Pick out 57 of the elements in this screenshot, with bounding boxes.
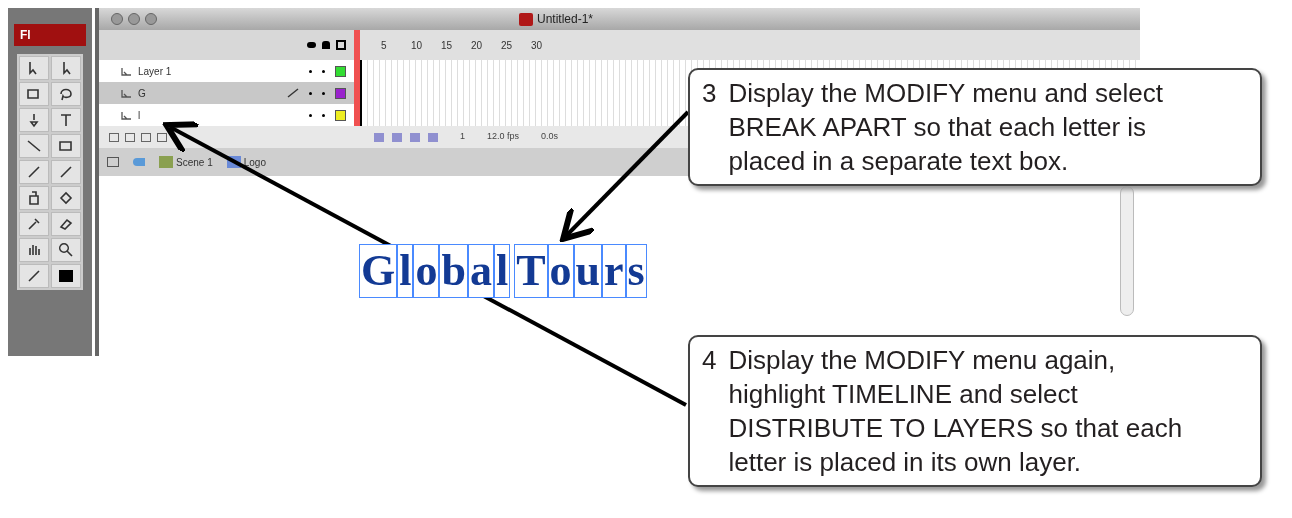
scrollbar[interactable] bbox=[1120, 186, 1134, 316]
ink-bottle-icon[interactable] bbox=[19, 186, 49, 210]
transform-icon[interactable] bbox=[19, 82, 49, 106]
layer-name: l bbox=[138, 108, 141, 123]
step-text: Display the MODIFY menu and select BREAK APART so that each letter is placed in a separate text box. bbox=[728, 77, 1164, 178]
fill-color-swatch[interactable] bbox=[51, 264, 81, 288]
layer-color-swatch[interactable] bbox=[335, 109, 346, 121]
timeline-status: 1 bbox=[460, 130, 465, 144]
text-letter[interactable]: a bbox=[467, 244, 494, 298]
eye-icon[interactable] bbox=[307, 42, 316, 48]
app-logo: Fl bbox=[14, 24, 86, 46]
subselect-icon[interactable] bbox=[51, 56, 81, 80]
frame-number: 10 bbox=[411, 38, 424, 53]
lock-icon[interactable] bbox=[322, 41, 330, 49]
lasso-icon[interactable] bbox=[51, 82, 81, 106]
layer-icon bbox=[121, 110, 132, 120]
layer-icon bbox=[121, 66, 132, 76]
frame-number: 25 bbox=[501, 38, 514, 53]
timeline-status: 12.0 fps bbox=[487, 130, 520, 144]
window-control-button[interactable] bbox=[111, 13, 123, 25]
layer-row[interactable]: G bbox=[99, 82, 354, 104]
text-letter[interactable]: l bbox=[397, 244, 414, 298]
text-letter[interactable]: G bbox=[359, 244, 398, 298]
text-tool-icon[interactable] bbox=[51, 108, 81, 132]
step-number: 3 bbox=[702, 77, 717, 110]
text-letter[interactable]: s bbox=[625, 244, 647, 298]
frame-number: 30 bbox=[531, 38, 544, 53]
timeline-status: 0.0s bbox=[541, 130, 559, 144]
text-letter[interactable]: u bbox=[573, 244, 603, 298]
layer-name: G bbox=[138, 86, 146, 101]
layer-icon bbox=[121, 88, 132, 98]
frame-number: 20 bbox=[471, 38, 484, 53]
breadcrumb-link[interactable]: Scene 1 bbox=[159, 154, 213, 170]
layer-color-swatch[interactable] bbox=[335, 65, 346, 77]
text-letter[interactable]: b bbox=[439, 244, 468, 298]
rectangle-icon[interactable] bbox=[51, 134, 81, 158]
layer-name: Layer 1 bbox=[138, 64, 172, 79]
text-letter[interactable]: o bbox=[413, 244, 440, 298]
text-letter[interactable]: T bbox=[514, 244, 548, 298]
frame-number: 5 bbox=[381, 38, 388, 53]
outline-icon[interactable] bbox=[336, 40, 346, 50]
window-control-button[interactable] bbox=[128, 13, 140, 25]
document-icon bbox=[519, 12, 533, 26]
zoom-icon[interactable] bbox=[51, 238, 81, 262]
text-letter[interactable]: o bbox=[547, 244, 574, 298]
text-letter[interactable]: r bbox=[602, 244, 626, 298]
step-number: 4 bbox=[702, 344, 717, 377]
step-text: Display the MODIFY menu again, highlight TIMELINE and select DISTRIBUTE TO LAYERS so that each letter is placed in its own layer. bbox=[728, 344, 1184, 479]
eraser-icon[interactable] bbox=[51, 212, 81, 236]
window-title: Untitled-1* bbox=[537, 11, 594, 28]
window-control-button[interactable] bbox=[145, 13, 157, 25]
layer-row[interactable]: l bbox=[99, 104, 354, 126]
breadcrumb-link[interactable]: Logo bbox=[226, 154, 266, 170]
frame-number: 15 bbox=[441, 38, 454, 53]
layer-row[interactable]: Layer 1 bbox=[99, 60, 354, 82]
layer-color-swatch[interactable] bbox=[335, 87, 346, 99]
stroke-color-icon[interactable] bbox=[19, 264, 49, 288]
